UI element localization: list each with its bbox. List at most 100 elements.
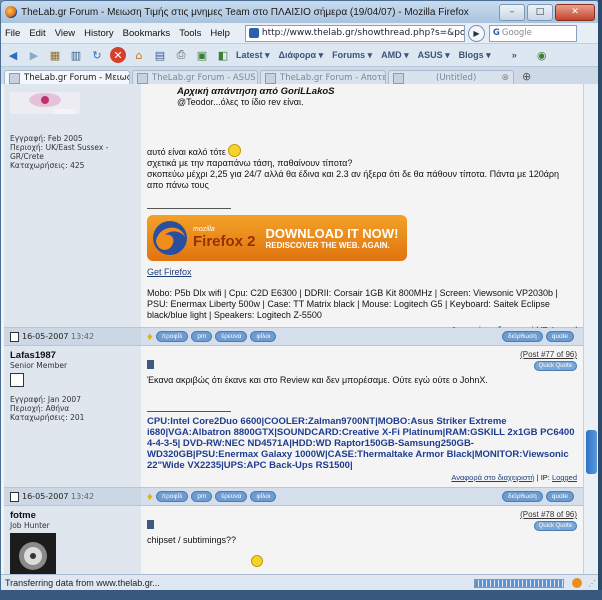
tab-3[interactable]: TheLab.gr Forum - Αποτελέ... ⊗: [260, 70, 386, 85]
tab-1[interactable]: TheLab.gr Forum - Μειωση... ⊗: [4, 70, 130, 85]
post-message: αυτό είναι καλό τότε σχετικά με την παρα…: [147, 144, 577, 191]
bookmark-forums[interactable]: Forums ▾: [332, 50, 372, 61]
search-button[interactable]: έρευνα: [215, 331, 248, 342]
menu-bar: File Edit View History Bookmarks Tools H…: [1, 23, 599, 44]
banner-line-1: DOWNLOAD IT NOW!: [265, 226, 399, 241]
menu-history[interactable]: History: [84, 28, 114, 39]
username[interactable]: Lafas1987: [10, 350, 135, 361]
quote-button[interactable]: quote: [545, 491, 574, 502]
pm-button[interactable]: pm: [191, 491, 213, 502]
go-icon[interactable]: ▶: [467, 24, 485, 42]
quote-button[interactable]: quote: [545, 331, 574, 342]
tab-favicon: [9, 72, 20, 84]
firefox-banner[interactable]: mozilla Firefox 2 DOWNLOAD IT NOW! REDIS…: [147, 215, 407, 261]
user-signature: CPU:Intel Core2Duo 6600|COOLER:Zalman970…: [147, 416, 575, 471]
profile-button[interactable]: προφίλ: [155, 491, 189, 502]
menu-file[interactable]: File: [5, 28, 20, 39]
post-date: 16-05-2007 13:42: [4, 328, 141, 345]
bookmark-asus[interactable]: ASUS ▾: [418, 50, 450, 61]
lightbulb-icon: ♦: [147, 330, 153, 343]
post-date: 16-05-2007 13:42: [4, 488, 141, 505]
bookmark-amd[interactable]: AMD ▾: [381, 50, 409, 61]
new-tab-icon[interactable]: ▤: [152, 47, 168, 63]
new-tab-button[interactable]: ⊕: [522, 70, 531, 83]
resize-grip-icon[interactable]: ⋰: [588, 579, 596, 588]
post-action-bar: 16-05-2007 13:42 ♦ προφίλ pm έρευνα φίλο…: [4, 488, 583, 506]
addon-icon[interactable]: ◉: [534, 47, 550, 63]
tab-label: TheLab.gr Forum - ASUS E...: [152, 73, 257, 83]
stop-icon[interactable]: ✕: [110, 47, 126, 63]
post-date-text: 16-05-2007: [22, 492, 69, 501]
post-line-2: σχετικά με την παραπάνω τάση, παθαίνουν …: [147, 158, 353, 168]
post-number[interactable]: (Post #77 of 96): [520, 350, 577, 359]
pm-button[interactable]: pm: [191, 331, 213, 342]
signature-divider: [147, 411, 231, 412]
logged-link[interactable]: Logged: [552, 473, 577, 482]
tab-4[interactable]: (Untitled) ⊗: [388, 70, 514, 85]
profile-button[interactable]: προφίλ: [155, 331, 189, 342]
edit-button[interactable]: διόρθωση: [502, 491, 543, 502]
post-message: chipset / subtimings??: [147, 535, 237, 545]
url-text: http://www.thelab.gr/showthread.php?s=&p…: [261, 28, 465, 38]
post-icon: [147, 520, 154, 529]
user-title: Job Hunter: [10, 521, 50, 530]
signature-divider: [147, 208, 231, 209]
get-firefox-link[interactable]: Get Firefox: [147, 267, 577, 277]
post-user-info: fotme Job Hunter: [4, 506, 141, 574]
loading-progress-bar: [474, 578, 564, 588]
tab-close-icon[interactable]: ⊗: [501, 73, 509, 83]
forward-icon[interactable]: ▶: [26, 47, 42, 63]
title-bar: TheLab.gr Forum - Μειωση Τιμής στις μνημ…: [1, 1, 599, 23]
smiley-icon: [251, 555, 263, 567]
bookmark-diafora[interactable]: Διάφορα ▾: [279, 50, 324, 61]
bookmarks-icon[interactable]: ▥: [68, 47, 84, 63]
menu-help[interactable]: Help: [210, 28, 230, 39]
friends-button[interactable]: φίλοι: [250, 491, 277, 502]
quick-quote-button[interactable]: Quick Quote: [533, 521, 577, 531]
post-line-3: σκοπεύω μέχρι 2,25 για 24/7 αλλά θα έδιν…: [147, 169, 560, 190]
post-message: Έκανα ακριβώς ότι έκανε και στο Review κ…: [147, 375, 488, 385]
maximize-button[interactable]: □: [527, 3, 553, 21]
reload-icon[interactable]: ↻: [89, 47, 105, 63]
quote-text: @Teodor...όλες το ίδιο rev είναι.: [177, 97, 304, 107]
scrollbar-thumb[interactable]: [586, 430, 597, 474]
bookmark-latest[interactable]: Latest ▾: [236, 50, 270, 61]
firefox-logo-icon: [153, 221, 187, 255]
desktop-edge: [598, 0, 602, 600]
friends-button[interactable]: φίλοι: [250, 331, 277, 342]
page-content: Εγγραφή: Feb 2005 Περιοχή: UK/East Susse…: [1, 84, 583, 574]
back-icon[interactable]: ◀: [5, 47, 21, 63]
lightbulb-icon: ♦: [147, 490, 153, 503]
rss-icon[interactable]: ◧: [215, 47, 231, 63]
avatar: [10, 533, 56, 574]
home-icon[interactable]: ⌂: [131, 47, 147, 63]
save-icon[interactable]: ▣: [194, 47, 210, 63]
user-post-count: Καταχωρήσεις: 425: [10, 161, 85, 170]
menu-view[interactable]: View: [55, 28, 75, 39]
menu-tools[interactable]: Tools: [179, 28, 201, 39]
bookmark-blogs[interactable]: Blogs ▾: [459, 50, 491, 61]
post-user-info: Lafas1987 Senior Member Εγγραφή: Jan 200…: [4, 346, 141, 487]
post-time-text: 13:42: [71, 332, 95, 341]
url-bar[interactable]: http://www.thelab.gr/showthread.php?s=&p…: [244, 24, 465, 42]
menu-edit[interactable]: Edit: [29, 28, 45, 39]
tab-2[interactable]: TheLab.gr Forum - ASUS E... ⊗: [132, 70, 258, 85]
print-icon[interactable]: ⎙: [173, 47, 189, 63]
user-post-count: Καταχωρήσεις: 201: [10, 413, 85, 422]
post-number[interactable]: (Post #78 of 96): [520, 510, 577, 519]
history-icon[interactable]: ▦: [47, 47, 63, 63]
user-join-date: Εγγραφή: Feb 2005: [10, 134, 83, 143]
menu-bookmarks[interactable]: Bookmarks: [123, 28, 171, 39]
edit-button[interactable]: διόρθωση: [502, 331, 543, 342]
search-input[interactable]: G Google: [488, 24, 577, 42]
minimize-button[interactable]: –: [499, 3, 525, 21]
user-title: Senior Member: [10, 361, 68, 370]
user-location: Περιοχή: Αθήνα: [10, 404, 70, 413]
user-join-date: Εγγραφή: Jan 2007: [10, 395, 81, 404]
quick-quote-button[interactable]: Quick Quote: [533, 361, 577, 371]
toolbar-overflow[interactable]: »: [512, 50, 517, 60]
report-link[interactable]: Αναφορά στο διαχειριστή: [451, 473, 534, 482]
username[interactable]: fotme: [10, 510, 135, 521]
search-button[interactable]: έρευνα: [215, 491, 248, 502]
close-button[interactable]: ✕: [555, 3, 595, 21]
